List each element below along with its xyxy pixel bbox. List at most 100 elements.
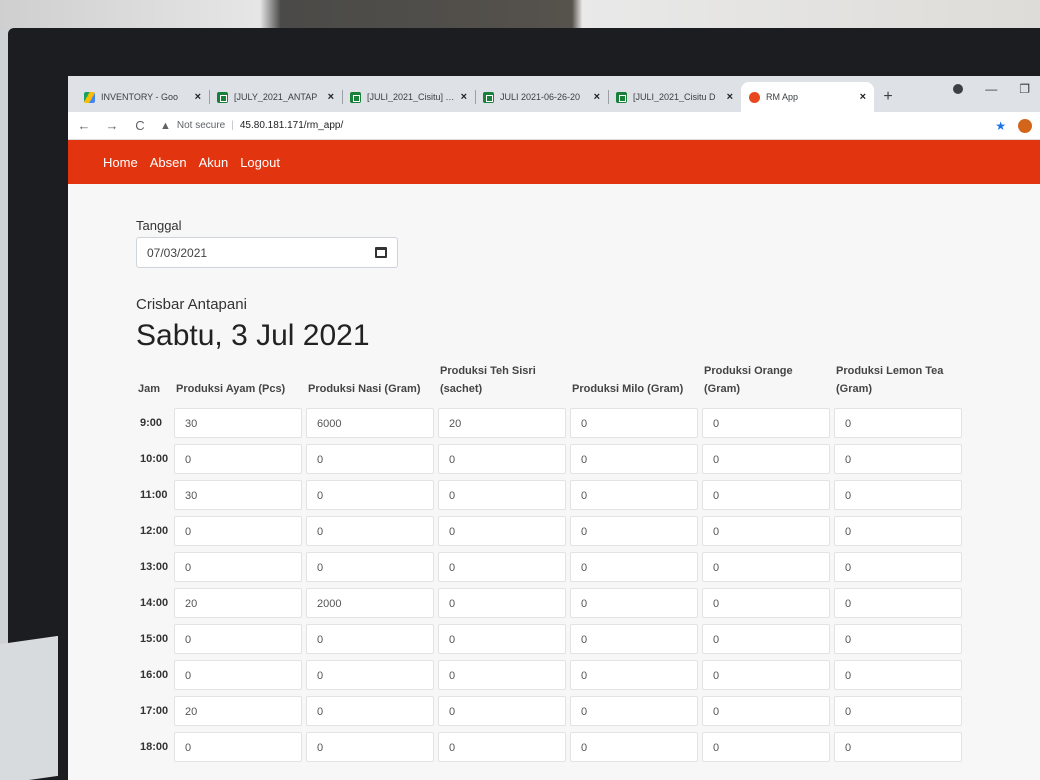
quantity-input[interactable]: 0 xyxy=(174,444,302,475)
quantity-input[interactable]: 30 xyxy=(174,480,302,511)
quantity-input[interactable]: 0 xyxy=(702,660,830,691)
close-tab-icon[interactable]: × xyxy=(461,91,467,103)
quantity-input[interactable]: 20 xyxy=(438,408,566,439)
quantity-input[interactable]: 0 xyxy=(570,480,698,511)
browser-tab[interactable]: [JULI_2021_Cisitu D × xyxy=(608,82,741,112)
table-row: 12:00 0 0 0 0 0 0 xyxy=(136,516,962,547)
tab-strip: INVENTORY - Goo × [JULY_2021_ANTAP × [JULI_2… xyxy=(68,76,1040,112)
quantity-input[interactable]: 0 xyxy=(306,696,434,727)
restore-icon[interactable]: ❐ xyxy=(1019,82,1030,96)
forward-icon[interactable]: → xyxy=(104,118,120,133)
quantity-input[interactable]: 0 xyxy=(702,516,830,547)
quantity-input[interactable]: 0 xyxy=(834,408,962,439)
quantity-input[interactable]: 0 xyxy=(702,696,830,727)
browser-tab[interactable]: JULI 2021-06-26-20 × xyxy=(475,82,608,112)
quantity-input[interactable]: 0 xyxy=(834,516,962,547)
quantity-input[interactable]: 0 xyxy=(438,696,566,727)
close-tab-icon[interactable]: × xyxy=(328,91,334,103)
quantity-input[interactable]: 6000 xyxy=(306,408,434,439)
quantity-input[interactable]: 0 xyxy=(438,552,566,583)
quantity-input[interactable]: 0 xyxy=(702,624,830,655)
table-cell: 0 xyxy=(306,516,434,547)
table-cell: 0 xyxy=(702,444,830,475)
browser-tab[interactable]: RM App × xyxy=(741,82,874,112)
quantity-input[interactable]: 0 xyxy=(834,480,962,511)
quantity-input[interactable]: 0 xyxy=(570,516,698,547)
quantity-input[interactable]: 0 xyxy=(438,588,566,619)
browser-tab[interactable]: INVENTORY - Goo × xyxy=(76,82,209,112)
quantity-input[interactable]: 0 xyxy=(834,660,962,691)
quantity-input[interactable]: 0 xyxy=(570,588,698,619)
quantity-input[interactable]: 0 xyxy=(570,732,698,763)
close-tab-icon[interactable]: × xyxy=(860,91,866,103)
bookmark-star-icon[interactable]: ★ xyxy=(995,119,1006,133)
table-cell: 6000 xyxy=(306,408,434,439)
quantity-input[interactable]: 30 xyxy=(174,408,302,439)
main-content: Tanggal 07/03/2021 Crisbar Antapani Sabt… xyxy=(68,184,1040,780)
quantity-input[interactable]: 0 xyxy=(834,552,962,583)
quantity-input[interactable]: 0 xyxy=(702,552,830,583)
nav-logout-link[interactable]: Logout xyxy=(240,155,280,170)
quantity-input[interactable]: 0 xyxy=(834,696,962,727)
quantity-input[interactable]: 0 xyxy=(702,732,830,763)
quantity-input[interactable]: 0 xyxy=(570,624,698,655)
table-cell: 0 xyxy=(834,408,962,439)
quantity-input[interactable]: 0 xyxy=(570,660,698,691)
quantity-input[interactable]: 0 xyxy=(438,480,566,511)
quantity-input[interactable]: 0 xyxy=(174,732,302,763)
extension-icon[interactable] xyxy=(1018,118,1032,133)
quantity-input[interactable]: 0 xyxy=(438,660,566,691)
new-tab-button[interactable]: + xyxy=(874,82,902,112)
minimize-icon[interactable]: — xyxy=(985,82,997,96)
quantity-input[interactable]: 2000 xyxy=(306,588,434,619)
nav-home-link[interactable]: Home xyxy=(103,155,138,170)
quantity-input[interactable]: 0 xyxy=(174,624,302,655)
quantity-input[interactable]: 0 xyxy=(306,516,434,547)
tab-label: JULI 2021-06-26-20 xyxy=(500,92,581,102)
address-bar[interactable]: ▲ Not secure | 45.80.181.171/rm_app/ xyxy=(160,115,983,137)
quantity-input[interactable]: 0 xyxy=(174,552,302,583)
table-cell: 0 xyxy=(702,408,830,439)
browser-tab[interactable]: [JULY_2021_ANTAP × xyxy=(209,82,342,112)
quantity-input[interactable]: 0 xyxy=(570,444,698,475)
quantity-input[interactable]: 0 xyxy=(306,444,434,475)
back-icon[interactable]: ← xyxy=(76,118,92,133)
photo-background-top xyxy=(0,0,1040,30)
close-tab-icon[interactable]: × xyxy=(727,91,733,103)
quantity-input[interactable]: 0 xyxy=(570,408,698,439)
quantity-input[interactable]: 0 xyxy=(306,552,434,583)
browser-tab[interactable]: [JULI_2021_Cisitu] Ta × xyxy=(342,82,475,112)
quantity-input[interactable]: 0 xyxy=(438,732,566,763)
quantity-input[interactable]: 0 xyxy=(834,732,962,763)
quantity-input[interactable]: 20 xyxy=(174,696,302,727)
quantity-input[interactable]: 0 xyxy=(702,480,830,511)
quantity-input[interactable]: 0 xyxy=(570,696,698,727)
quantity-input[interactable]: 0 xyxy=(570,552,698,583)
quantity-input[interactable]: 0 xyxy=(834,624,962,655)
quantity-input[interactable]: 0 xyxy=(438,624,566,655)
quantity-input[interactable]: 0 xyxy=(306,732,434,763)
nav-akun-link[interactable]: Akun xyxy=(199,155,229,170)
reload-icon[interactable]: C xyxy=(132,118,148,133)
date-input[interactable]: 07/03/2021 xyxy=(136,237,398,268)
quantity-input[interactable]: 0 xyxy=(438,516,566,547)
quantity-input[interactable]: 0 xyxy=(306,660,434,691)
quantity-input[interactable]: 0 xyxy=(702,588,830,619)
profile-icon[interactable] xyxy=(953,84,964,94)
quantity-input[interactable]: 0 xyxy=(702,444,830,475)
quantity-input[interactable]: 0 xyxy=(174,660,302,691)
close-tab-icon[interactable]: × xyxy=(195,91,201,103)
quantity-input[interactable]: 0 xyxy=(834,588,962,619)
hour-label: 9:00 xyxy=(140,417,163,430)
quantity-input[interactable]: 0 xyxy=(306,480,434,511)
quantity-input[interactable]: 0 xyxy=(834,444,962,475)
quantity-input[interactable]: 0 xyxy=(702,408,830,439)
calendar-icon[interactable] xyxy=(375,247,387,258)
quantity-input[interactable]: 0 xyxy=(306,624,434,655)
url-text: 45.80.181.171/rm_app/ xyxy=(239,120,344,131)
quantity-input[interactable]: 0 xyxy=(174,516,302,547)
close-tab-icon[interactable]: × xyxy=(594,91,600,103)
quantity-input[interactable]: 0 xyxy=(438,444,566,475)
quantity-input[interactable]: 20 xyxy=(174,588,302,619)
nav-absen-link[interactable]: Absen xyxy=(150,155,187,170)
